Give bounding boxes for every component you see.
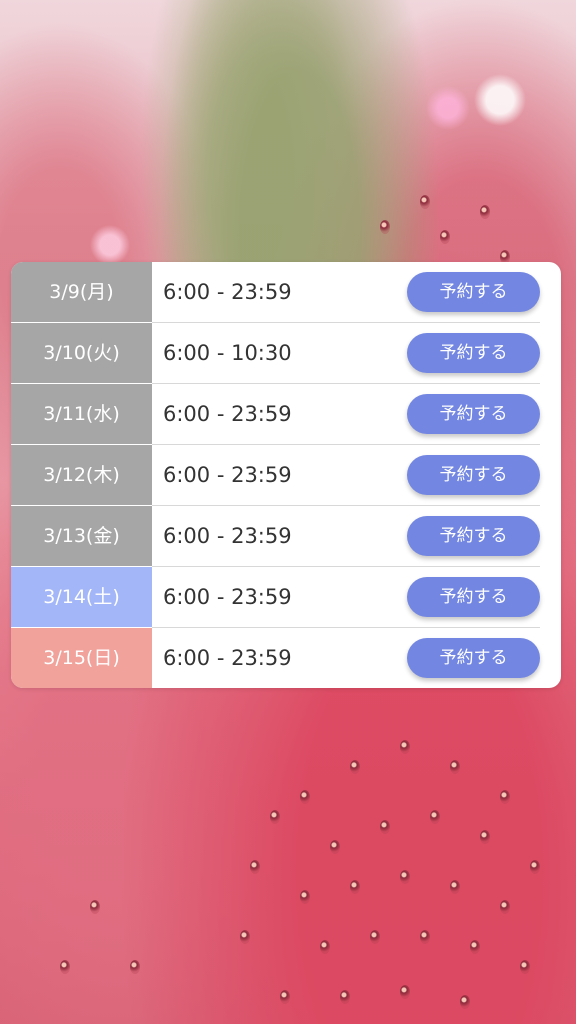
date-cell: 3/15(日) [11, 628, 152, 688]
date-cell: 3/12(木) [11, 445, 152, 506]
reserve-button[interactable]: 予約する [407, 455, 540, 495]
strawberry-seed [430, 810, 440, 824]
strawberry-seed [380, 820, 390, 834]
date-cell: 3/10(火) [11, 323, 152, 384]
schedule-row: 3/14(土) 6:00 - 23:59 予約する [11, 567, 561, 628]
strawberry-seed [280, 990, 290, 1004]
schedule-row: 3/15(日) 6:00 - 23:59 予約する [11, 628, 561, 688]
strawberry-seed [350, 760, 360, 774]
strawberry-seed [530, 860, 540, 874]
strawberry-seed [460, 995, 470, 1009]
strawberry-seed [420, 195, 430, 209]
strawberry-seed [240, 930, 250, 944]
time-range: 6:00 - 23:59 [163, 646, 292, 670]
date-cell: 3/14(土) [11, 567, 152, 628]
time-range: 6:00 - 23:59 [163, 463, 292, 487]
strawberry-seed [440, 230, 450, 244]
strawberry-seed [420, 930, 430, 944]
time-range: 6:00 - 23:59 [163, 280, 292, 304]
strawberry-seed [270, 810, 280, 824]
strawberry-seed [400, 985, 410, 999]
strawberry-seed [400, 740, 410, 754]
strawberry-seed [370, 930, 380, 944]
strawberry-seed [130, 960, 140, 974]
strawberry-seed [300, 790, 310, 804]
strawberry-seed [470, 940, 480, 954]
date-cell: 3/13(金) [11, 506, 152, 567]
reserve-button[interactable]: 予約する [407, 577, 540, 617]
strawberry-seed [450, 760, 460, 774]
strawberry-seed [500, 790, 510, 804]
strawberry-seed [400, 870, 410, 884]
time-range: 6:00 - 23:59 [163, 585, 292, 609]
time-range: 6:00 - 23:59 [163, 402, 292, 426]
strawberry-seed [380, 220, 390, 234]
strawberry-seed [300, 890, 310, 904]
reserve-button[interactable]: 予約する [407, 333, 540, 373]
strawberry-seed [320, 940, 330, 954]
schedule-row: 3/10(火) 6:00 - 10:30 予約する [11, 323, 561, 384]
time-range: 6:00 - 23:59 [163, 524, 292, 548]
strawberry-seed [340, 990, 350, 1004]
reservation-schedule-table: 3/9(月) 6:00 - 23:59 予約する 3/10(火) 6:00 - … [11, 262, 561, 688]
reserve-button[interactable]: 予約する [407, 516, 540, 556]
strawberry-seed [520, 960, 530, 974]
schedule-row: 3/11(水) 6:00 - 23:59 予約する [11, 384, 561, 445]
strawberry-seed [250, 860, 260, 874]
schedule-row: 3/12(木) 6:00 - 23:59 予約する [11, 445, 561, 506]
strawberry-seed [480, 830, 490, 844]
schedule-row: 3/9(月) 6:00 - 23:59 予約する [11, 262, 561, 323]
reserve-button[interactable]: 予約する [407, 272, 540, 312]
strawberry-seed [450, 880, 460, 894]
strawberry-seed [350, 880, 360, 894]
time-range: 6:00 - 10:30 [163, 341, 292, 365]
reserve-button[interactable]: 予約する [407, 394, 540, 434]
strawberry-seed [90, 900, 100, 914]
date-cell: 3/9(月) [11, 262, 152, 323]
strawberry-seed [330, 840, 340, 854]
strawberry-seed [60, 960, 70, 974]
strawberry-seed [480, 205, 490, 219]
date-cell: 3/11(水) [11, 384, 152, 445]
strawberry-seed [500, 900, 510, 914]
schedule-row: 3/13(金) 6:00 - 23:59 予約する [11, 506, 561, 567]
reserve-button[interactable]: 予約する [407, 638, 540, 678]
